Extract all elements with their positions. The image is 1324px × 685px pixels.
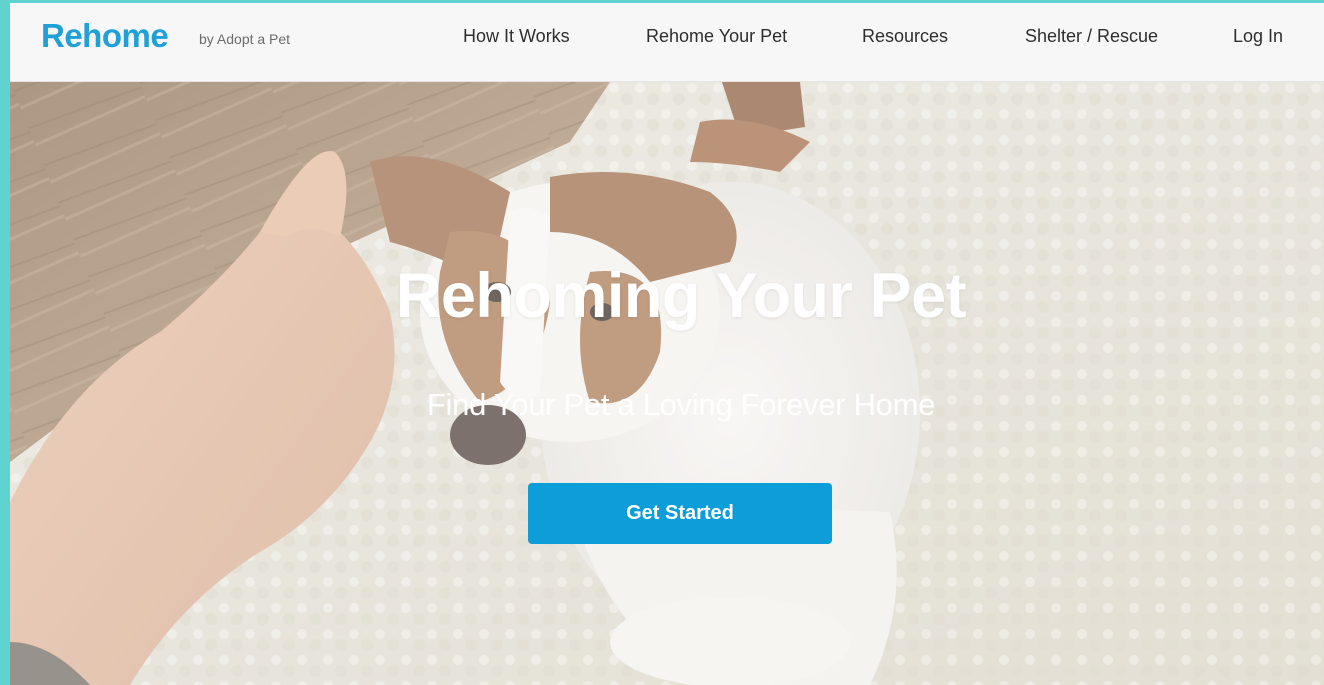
hero-section: Rehoming Your Pet Find Your Pet a Loving…	[10, 82, 1324, 685]
nav-how-it-works[interactable]: How It Works	[463, 26, 570, 47]
hero-subtitle: Find Your Pet a Loving Forever Home	[426, 387, 936, 422]
nav-rehome-your-pet[interactable]: Rehome Your Pet	[646, 26, 787, 47]
site-header: Rehome by Adopt a Pet How It Works Rehom…	[10, 3, 1324, 82]
hero-photo-dog-and-hand	[10, 82, 1324, 685]
logo-tagline: by Adopt a Pet	[199, 31, 291, 47]
rehome-logo[interactable]: Rehome	[41, 17, 169, 55]
browser-viewport: Rehome by Adopt a Pet How It Works Rehom…	[10, 3, 1324, 685]
nav-log-in[interactable]: Log In	[1233, 26, 1283, 47]
nav-resources[interactable]: Resources	[862, 26, 948, 47]
get-started-button[interactable]: Get Started	[528, 483, 832, 544]
nav-shelter-rescue[interactable]: Shelter / Rescue	[1025, 26, 1158, 47]
hero-title: Rehoming Your Pet	[395, 261, 967, 331]
